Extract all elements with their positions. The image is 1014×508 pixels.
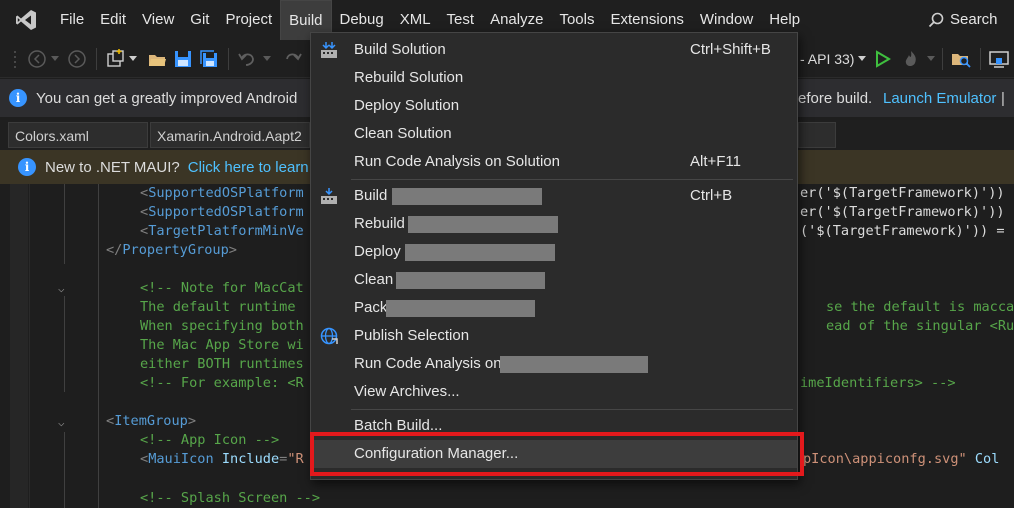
- editor-gutter: [0, 184, 30, 508]
- play-icon[interactable]: [872, 48, 894, 70]
- collapse-icon[interactable]: ⌵: [58, 283, 70, 295]
- menu-file[interactable]: File: [52, 0, 92, 40]
- toolbar-separator: [96, 48, 97, 70]
- toolbar-separator: [942, 48, 943, 70]
- visual-studio-logo-icon[interactable]: [0, 0, 52, 40]
- menu-separator: [351, 409, 793, 410]
- new-item-dropdown-icon[interactable]: [126, 48, 140, 70]
- build-project-icon: [321, 188, 337, 204]
- code-line: er('$(TargetFramework)')): [800, 204, 1005, 220]
- back-icon[interactable]: [26, 48, 48, 70]
- toolbar-separator: [228, 48, 229, 70]
- menu-project[interactable]: Project: [217, 0, 280, 40]
- collapse-icon[interactable]: ⌵: [58, 417, 70, 429]
- redacted-project-name: [500, 356, 648, 373]
- code-line: either BOTH runtimes: [140, 356, 304, 372]
- save-all-icon[interactable]: [198, 48, 220, 70]
- menu-item-deploy-solution[interactable]: Deploy Solution: [311, 92, 797, 120]
- hot-reload-icon[interactable]: [900, 48, 922, 70]
- menu-view[interactable]: View: [134, 0, 182, 40]
- indent-guide: [98, 184, 99, 508]
- indent-guide: [64, 432, 65, 508]
- code-line: <SupportedOSPlatform: [140, 204, 304, 220]
- menu-separator: [351, 179, 793, 180]
- hot-reload-dropdown-icon[interactable]: [924, 48, 938, 70]
- maui-info-text: New to .NET MAUI?: [45, 158, 180, 176]
- search-label: Search: [950, 11, 998, 28]
- menu-item-rebuild-solution[interactable]: Rebuild Solution: [311, 64, 797, 92]
- menu-item-build-project[interactable]: Build Ctrl+B: [311, 182, 797, 210]
- open-folder-icon[interactable]: [146, 48, 168, 70]
- tab-partial[interactable]: [798, 122, 836, 148]
- code-line: <!-- Splash Screen -->: [140, 490, 321, 506]
- undo-dropdown-icon[interactable]: [260, 48, 274, 70]
- menu-item-view-archives[interactable]: View Archives...: [311, 378, 797, 406]
- folder-search-icon[interactable]: [950, 48, 972, 70]
- menu-item-clean-solution[interactable]: Clean Solution: [311, 120, 797, 148]
- device-manager-icon[interactable]: [988, 48, 1010, 70]
- redacted-project-name: [386, 300, 535, 317]
- code-line: <!-- Note for MacCat: [140, 280, 304, 296]
- redo-icon[interactable]: [282, 48, 304, 70]
- menu-item-run-code-analysis-project[interactable]: Run Code Analysis on: [311, 350, 797, 378]
- toolbar-grip-icon: [4, 48, 26, 70]
- code-line: The default runtime: [140, 299, 296, 315]
- code-line: When specifying both: [140, 318, 304, 334]
- forward-icon[interactable]: [66, 48, 88, 70]
- menu-edit[interactable]: Edit: [92, 0, 134, 40]
- code-line: <SupportedOSPlatform: [140, 185, 304, 201]
- code-line: <!-- App Icon -->: [140, 432, 280, 448]
- menu-item-pack-project[interactable]: Pack: [311, 294, 797, 322]
- info-icon: i: [9, 89, 27, 107]
- code-line: imeIdentifiers> -->: [800, 375, 956, 391]
- menu-item-clean-project[interactable]: Clean: [311, 266, 797, 294]
- debug-target-label[interactable]: - API 33): [800, 40, 854, 78]
- toolbar-separator: [980, 48, 981, 70]
- tab-label: Colors.xaml: [15, 128, 89, 144]
- info-icon: i: [18, 158, 36, 176]
- tab-label: Xamarin.Android.Aapt2: [157, 128, 302, 144]
- code-line: <!-- For example: <R: [140, 375, 304, 391]
- menu-item-deploy-project[interactable]: Deploy: [311, 238, 797, 266]
- menu-item-rebuild-project[interactable]: Rebuild: [311, 210, 797, 238]
- code-line: </PropertyGroup>: [106, 242, 237, 258]
- redacted-project-name: [396, 272, 545, 289]
- publish-globe-icon: [320, 327, 338, 345]
- android-info-text: You can get a greatly improved Android: [36, 89, 298, 107]
- back-dropdown-icon[interactable]: [48, 48, 62, 70]
- menu-git[interactable]: Git: [182, 0, 217, 40]
- tab-colors-xaml[interactable]: Colors.xaml: [8, 122, 148, 148]
- build-menu-dropdown: Build Solution Ctrl+Shift+B Rebuild Solu…: [310, 32, 798, 480]
- indent-guide: [64, 296, 65, 392]
- code-line: ead of the singular <Runti: [826, 318, 1014, 334]
- new-item-icon[interactable]: [104, 48, 126, 70]
- code-line: se the default is maccata: [826, 299, 1014, 315]
- chevron-down-icon[interactable]: [855, 48, 869, 70]
- android-info-text-right: efore build.: [798, 89, 873, 107]
- search-icon: [928, 12, 944, 28]
- menu-item-run-code-analysis-solution[interactable]: Run Code Analysis on Solution Alt+F11: [311, 148, 797, 176]
- redacted-project-name: [392, 188, 542, 205]
- code-line: <MauiIcon Include="R: [140, 451, 304, 467]
- launch-emulator-link[interactable]: Launch Emulator: [883, 90, 996, 107]
- indent-guide: [64, 184, 65, 264]
- search-box[interactable]: Search: [928, 0, 998, 40]
- code-line: <ItemGroup>: [106, 413, 197, 429]
- redacted-project-name: [408, 216, 558, 233]
- code-line: pIcon\appiconfg.svg" Col: [803, 451, 1000, 467]
- info-bar-separator: |: [1001, 89, 1005, 107]
- code-line: ('$(TargetFramework)')) =: [800, 223, 1005, 239]
- menu-item-publish-selection[interactable]: Publish Selection: [311, 322, 797, 350]
- code-line: <TargetPlatformMinVe: [140, 223, 304, 239]
- code-line: The Mac App Store wi: [140, 337, 304, 353]
- redacted-project-name: [405, 244, 555, 261]
- tab-xamarin-android-aapt2[interactable]: Xamarin.Android.Aapt2: [150, 122, 310, 148]
- menu-item-build-solution[interactable]: Build Solution Ctrl+Shift+B: [311, 36, 797, 64]
- undo-icon[interactable]: [236, 48, 258, 70]
- learn-more-link[interactable]: Click here to learn: [188, 159, 309, 176]
- save-icon[interactable]: [172, 48, 194, 70]
- code-line: er('$(TargetFramework)')): [800, 185, 1005, 201]
- build-solution-icon: [321, 42, 337, 58]
- highlight-annotation-box: [310, 432, 804, 476]
